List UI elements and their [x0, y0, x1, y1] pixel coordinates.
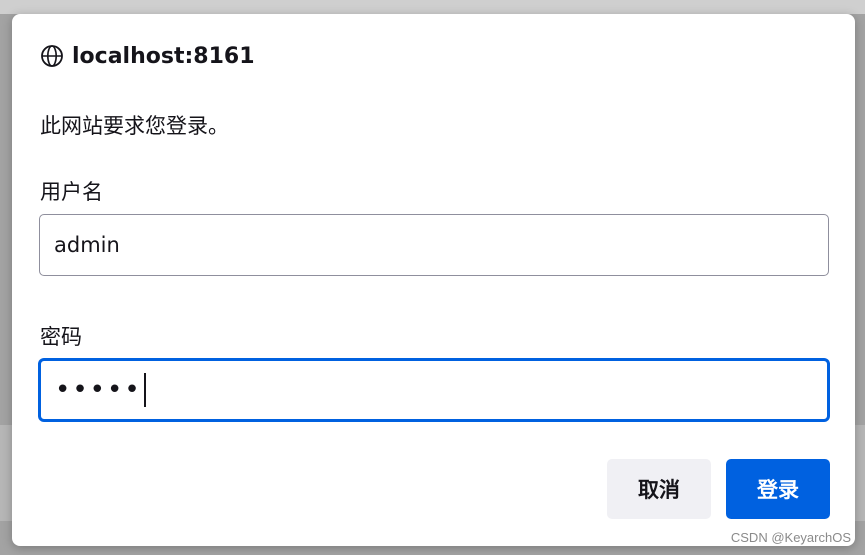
password-label: 密码	[40, 325, 82, 349]
auth-dialog: localhost:8161 此网站要求您登录。 用户名 admin 密码 ••…	[12, 14, 855, 546]
password-masked-value: •••••	[55, 375, 142, 405]
dialog-origin: localhost:8161	[40, 42, 255, 70]
login-button[interactable]: 登录	[726, 459, 830, 519]
login-prompt: 此网站要求您登录。	[40, 114, 229, 138]
username-input[interactable]: admin	[39, 214, 829, 276]
username-value: admin	[54, 233, 120, 257]
origin-host: localhost:8161	[72, 43, 255, 69]
watermark-text: CSDN @KeyarchOS	[730, 530, 851, 545]
username-label: 用户名	[40, 180, 103, 204]
text-caret	[143, 373, 146, 407]
cancel-button[interactable]: 取消	[607, 459, 711, 519]
backdrop-top-strip	[0, 0, 865, 14]
password-input[interactable]: •••••	[39, 359, 829, 421]
globe-icon	[40, 44, 64, 68]
